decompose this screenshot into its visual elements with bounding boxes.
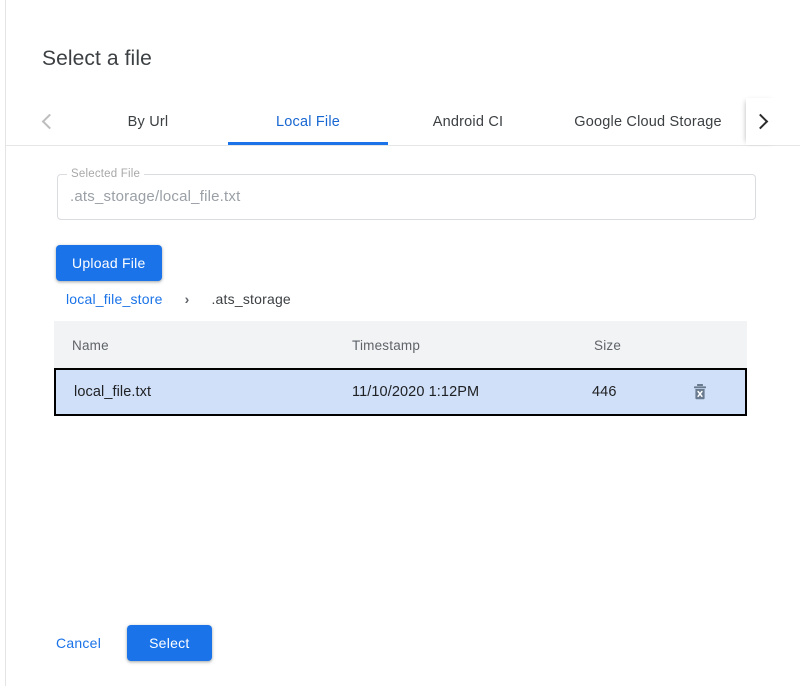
table-row[interactable]: local_file.txt 11/10/2020 1:12PM 446 xyxy=(54,368,747,416)
tab-android-ci-label: Android CI xyxy=(433,114,504,130)
column-header-name: Name xyxy=(54,338,350,353)
tab-google-cloud-storage-label: Google Cloud Storage xyxy=(574,114,722,130)
trash-delete-icon xyxy=(690,382,710,402)
column-header-timestamp: Timestamp xyxy=(350,338,592,353)
tab-by-url[interactable]: By Url xyxy=(68,98,228,145)
tab-scroll-right-button[interactable] xyxy=(746,98,778,145)
tab-local-file[interactable]: Local File xyxy=(228,98,388,145)
column-header-size: Size xyxy=(592,338,684,353)
breadcrumb-item-current[interactable]: .ats_storage xyxy=(211,291,290,307)
selected-file-field[interactable]: Selected File .ats_storage/local_file.tx… xyxy=(57,174,756,220)
dialog-footer: Cancel Select xyxy=(42,625,212,661)
breadcrumb-item-root[interactable]: local_file_store xyxy=(66,291,163,307)
upload-file-button[interactable]: Upload File xyxy=(56,245,162,281)
chevron-right-icon xyxy=(753,114,769,130)
select-button[interactable]: Select xyxy=(127,625,211,661)
cell-file-name: local_file.txt xyxy=(56,384,352,400)
tab-by-url-label: By Url xyxy=(128,114,169,130)
table-header-row: Name Timestamp Size xyxy=(54,321,747,369)
tab-scroll-left-button[interactable] xyxy=(32,98,64,145)
tab-android-ci[interactable]: Android CI xyxy=(388,98,548,145)
tab-google-cloud-storage[interactable]: Google Cloud Storage xyxy=(548,98,748,145)
delete-file-button[interactable] xyxy=(687,379,713,405)
cell-actions xyxy=(682,379,745,405)
tab-list: By Url Local File Android CI Google Clou… xyxy=(68,98,748,145)
cancel-button[interactable]: Cancel xyxy=(42,625,115,661)
selected-file-input[interactable]: .ats_storage/local_file.txt xyxy=(70,186,241,208)
tab-local-file-label: Local File xyxy=(276,114,340,130)
cell-size: 446 xyxy=(592,384,682,400)
file-table: Name Timestamp Size local_file.txt 11/10… xyxy=(54,321,747,416)
breadcrumb: local_file_store › .ats_storage xyxy=(66,289,291,309)
selected-file-label: Selected File xyxy=(67,167,144,181)
page-title: Select a file xyxy=(42,44,152,74)
cell-timestamp: 11/10/2020 1:12PM xyxy=(352,384,592,400)
select-file-dialog: Select a file By Url Local File Android … xyxy=(5,0,800,686)
breadcrumb-separator-icon: › xyxy=(185,291,190,307)
tab-bar: By Url Local File Android CI Google Clou… xyxy=(6,98,800,146)
chevron-left-icon xyxy=(42,114,58,130)
